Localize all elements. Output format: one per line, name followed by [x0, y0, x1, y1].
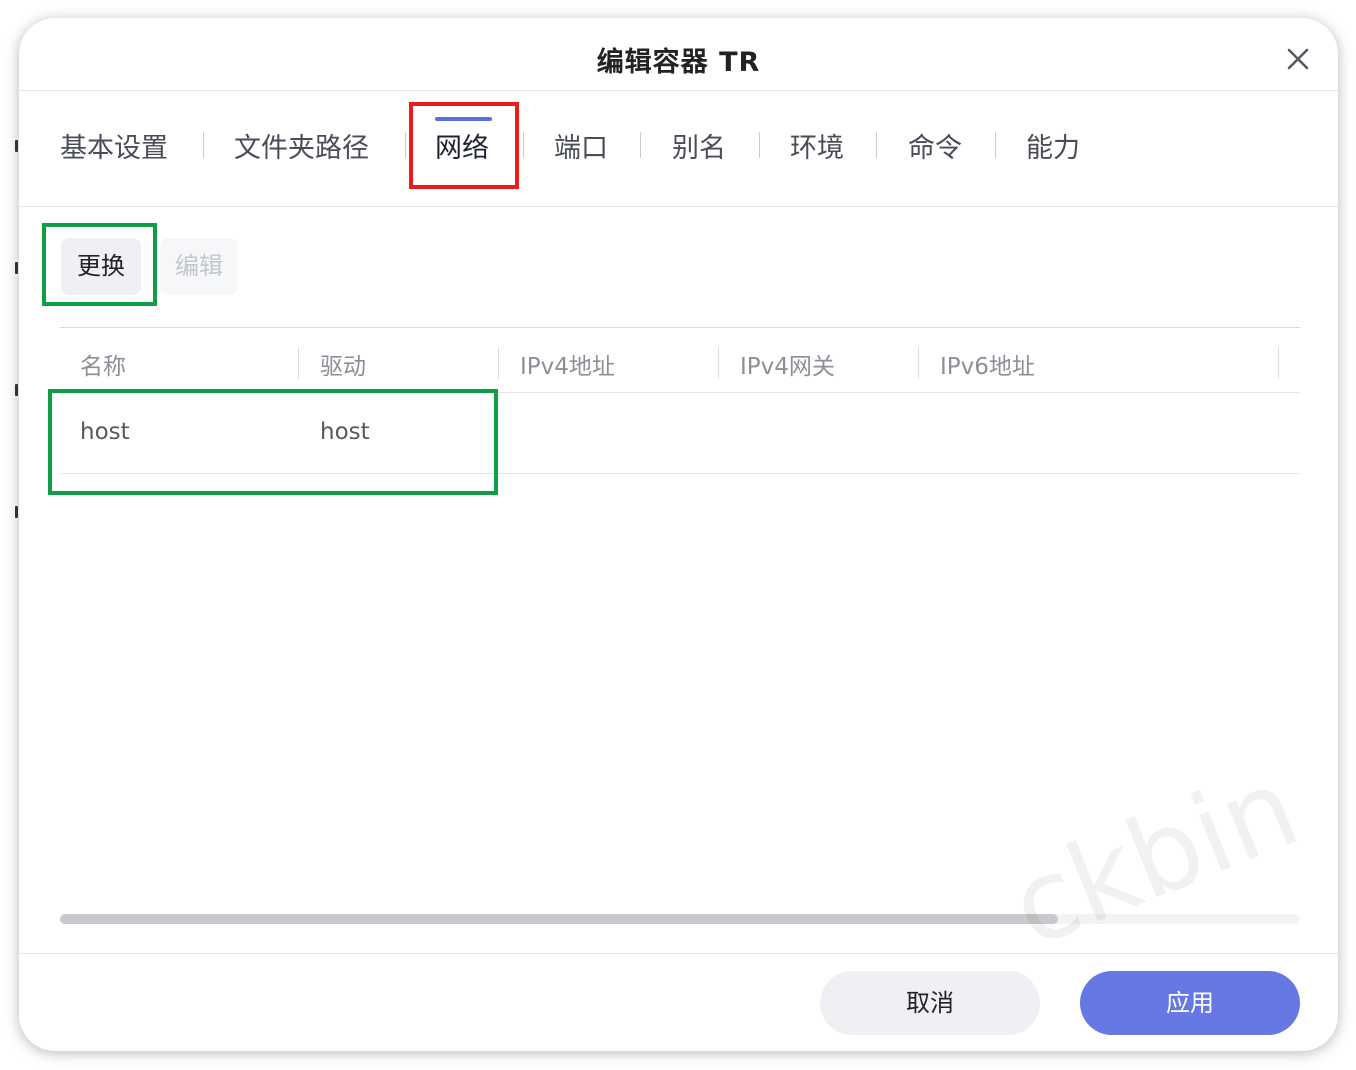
- apply-button[interactable]: 应用: [1080, 971, 1300, 1035]
- column-header-ipv4-address[interactable]: IPv4地址: [520, 347, 615, 381]
- tab-separator: [640, 132, 641, 158]
- dialog-title: 编辑容器 TR: [596, 47, 761, 78]
- edit-button: 编辑: [160, 238, 238, 295]
- tab-aliases[interactable]: 别名: [672, 126, 726, 165]
- tab-separator: [876, 132, 877, 158]
- column-separator[interactable]: [918, 347, 919, 379]
- tab-separator: [405, 132, 406, 158]
- tab-basic-settings[interactable]: 基本设置: [60, 126, 168, 165]
- tab-separator: [995, 132, 996, 158]
- column-header-ipv6-address[interactable]: IPv6地址: [940, 347, 1035, 381]
- footer-divider: [19, 953, 1338, 954]
- column-separator[interactable]: [1278, 347, 1279, 379]
- tab-separator: [203, 132, 204, 158]
- tab-bar: 基本设置 文件夹路径 网络 端口 别名 环境 命令 能力: [19, 90, 1338, 206]
- highlight-network-tab: [409, 102, 519, 189]
- close-icon: [1287, 48, 1309, 70]
- column-separator[interactable]: [498, 347, 499, 379]
- table-top-border: [60, 327, 1300, 328]
- tab-folder-path[interactable]: 文件夹路径: [234, 126, 369, 165]
- watermark: ckbin: [994, 742, 1315, 972]
- tab-environment[interactable]: 环境: [790, 126, 844, 165]
- cancel-button[interactable]: 取消: [820, 971, 1040, 1035]
- column-separator[interactable]: [298, 347, 299, 379]
- column-header-name[interactable]: 名称: [80, 347, 126, 381]
- column-separator[interactable]: [718, 347, 719, 379]
- tab-separator: [523, 132, 524, 158]
- column-header-ipv4-gateway[interactable]: IPv4网关: [740, 347, 835, 381]
- highlight-host-row: [48, 389, 498, 495]
- horizontal-scrollbar-thumb[interactable]: [60, 914, 1058, 924]
- tab-capabilities[interactable]: 能力: [1026, 126, 1080, 165]
- tab-separator: [759, 132, 760, 158]
- column-header-driver[interactable]: 驱动: [320, 347, 366, 381]
- close-button[interactable]: [1285, 46, 1311, 72]
- highlight-replace-button: [42, 223, 157, 306]
- tab-ports[interactable]: 端口: [554, 126, 608, 165]
- edit-container-dialog: 编辑容器 TR 基本设置 文件夹路径 网络 端口 别名 环境 命令 能力 更换 …: [19, 18, 1338, 1051]
- tabs-divider: [19, 206, 1338, 207]
- tab-command[interactable]: 命令: [908, 126, 962, 165]
